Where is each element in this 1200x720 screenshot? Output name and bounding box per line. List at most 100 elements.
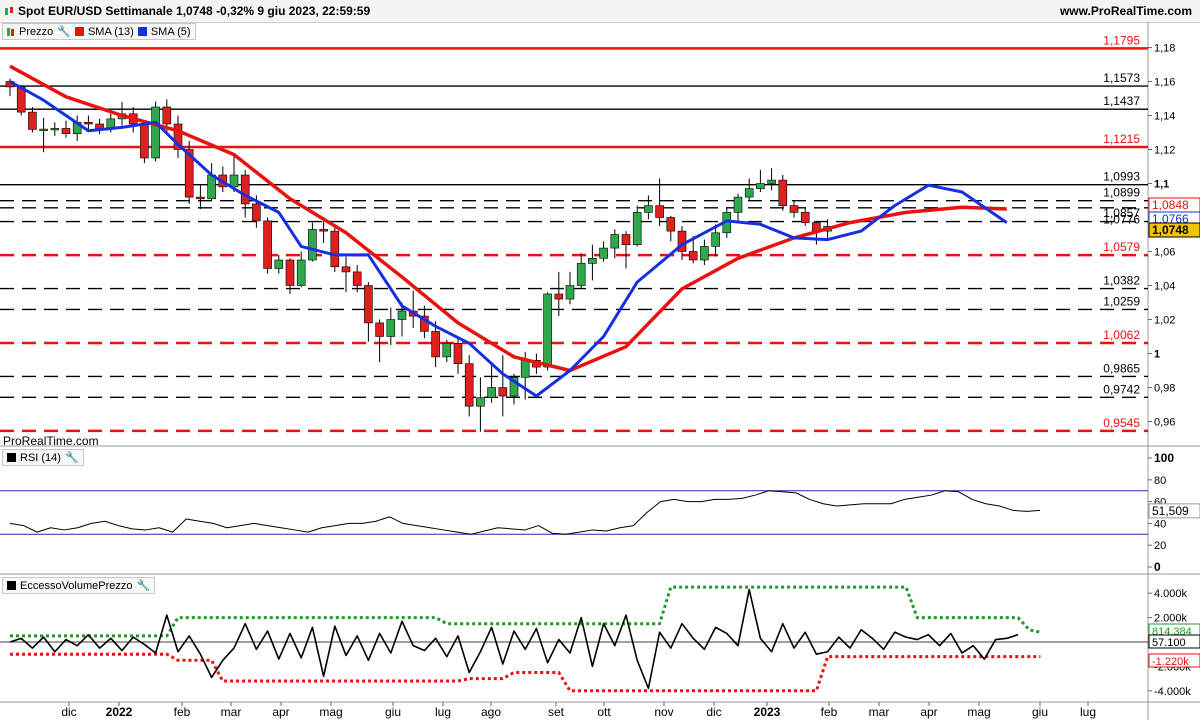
x-tick-label: feb — [821, 705, 838, 719]
price-tag — [1148, 197, 1200, 213]
candle-body — [554, 293, 564, 300]
candle-body — [229, 174, 239, 188]
candle-body — [16, 86, 26, 113]
price-tag-label: 1,0848 — [1152, 198, 1189, 212]
candle-body — [5, 81, 15, 88]
level-label: 0,9742 — [1103, 382, 1140, 396]
legend-volume: EccessoVolumePrezzo — [20, 579, 133, 592]
watermark: ProRealTime.com — [3, 434, 99, 448]
level-label: 1,1437 — [1103, 94, 1140, 108]
lower-band-line — [10, 652, 1041, 693]
sma5-swatch — [137, 27, 147, 36]
y-tick-label: 1,14 — [1154, 111, 1175, 123]
candle-body — [240, 174, 250, 205]
candle-body — [196, 196, 205, 200]
candle-body — [386, 319, 396, 337]
level-label: 1,0899 — [1103, 186, 1140, 200]
chart-header: Spot EUR/USD Settimanale 1,0748 -0,32% 9… — [0, 0, 1200, 23]
level-label: 1,1215 — [1103, 132, 1140, 146]
rsi-legend[interactable]: RSI (14) 🔧 — [2, 449, 84, 466]
candle-body — [487, 387, 496, 398]
level-label: 1,0579 — [1103, 240, 1140, 254]
candle-body — [28, 111, 37, 130]
price-tag-label: 1,0766 — [1152, 212, 1189, 226]
candle-body — [408, 310, 418, 317]
candle-body — [722, 212, 732, 234]
x-tick-label: mag — [967, 705, 990, 719]
candle-body — [666, 217, 676, 232]
candle-body — [330, 230, 340, 268]
y-tick-label: 1,08 — [1154, 213, 1175, 225]
candle-body — [711, 232, 720, 247]
y-tick-label: 1,06 — [1154, 247, 1175, 259]
candle-body — [252, 203, 261, 222]
candle-body — [117, 113, 127, 120]
candle-body — [700, 246, 709, 261]
wrench-icon[interactable]: 🔧 — [57, 25, 71, 38]
candle-body — [84, 122, 93, 125]
volume-tag — [1148, 623, 1200, 638]
wrench-icon[interactable]: 🔧 — [65, 451, 79, 464]
candle-body — [162, 106, 172, 125]
price-legend[interactable]: Prezzo 🔧 SMA (13) SMA (5) — [2, 23, 196, 40]
x-tick-label: dic — [61, 705, 76, 719]
candle-body — [352, 271, 362, 286]
candle-body — [207, 174, 216, 200]
x-tick-label: dic — [706, 705, 721, 719]
site-link[interactable]: www.ProRealTime.com — [1060, 4, 1192, 18]
volume-swatch — [7, 581, 16, 590]
candle-body — [576, 263, 586, 286]
candlestick-icon — [7, 27, 14, 36]
candle-body — [95, 123, 104, 130]
candle-body — [151, 106, 160, 159]
candle-body — [464, 363, 474, 407]
candle-body — [644, 205, 653, 213]
chart-area[interactable]: 1,18 1,16 1,14 1,12 1,1 1,08 1,06 1,04 1,02 1 0,98… — [0, 0, 1200, 720]
rsi-value-tag — [1148, 503, 1200, 519]
candle-body — [274, 259, 284, 269]
price-tag — [1148, 222, 1200, 238]
candle-body — [823, 226, 832, 232]
x-tick-label: set — [548, 705, 565, 719]
candle-body — [655, 205, 664, 218]
candle-body — [498, 387, 508, 397]
y-tick-label: 100 — [1154, 451, 1174, 465]
sma5-line — [9, 80, 1008, 398]
y-tick-label: 2.000k — [1154, 613, 1188, 625]
candle-body — [319, 229, 328, 232]
volume-tag — [1148, 634, 1200, 649]
x-tick-label: lug — [435, 705, 451, 719]
y-tick-label: 20 — [1154, 540, 1166, 552]
candle-body — [420, 315, 429, 332]
level-label: 1,0259 — [1103, 294, 1140, 308]
y-tick-label: -4.000k — [1154, 686, 1191, 698]
level-label: 1,1573 — [1103, 71, 1140, 85]
candle-body — [812, 222, 821, 232]
candle-body — [677, 230, 687, 252]
candle-body — [375, 322, 384, 337]
x-tick-label: 2023 — [754, 705, 781, 719]
volume-tag-label: 57.100 — [1152, 637, 1186, 649]
level-label: 1,0382 — [1103, 274, 1140, 288]
candle-body — [140, 123, 149, 159]
sma13-swatch — [74, 27, 84, 36]
candle-body — [364, 285, 373, 324]
candle-body — [72, 122, 82, 134]
candle-body — [767, 179, 776, 184]
y-tick-label: 4.000k — [1154, 588, 1188, 600]
candle-body — [285, 259, 295, 286]
wrench-icon[interactable]: 🔧 — [137, 579, 151, 592]
candle-body — [184, 149, 194, 198]
x-tick-label: mag — [319, 705, 342, 719]
level-label: 1,0993 — [1103, 170, 1140, 184]
volume-legend[interactable]: EccessoVolumePrezzo 🔧 — [2, 577, 156, 594]
candle-body — [308, 229, 317, 261]
y-tick-label: 1,1 — [1154, 179, 1169, 191]
y-tick-label: 1,02 — [1154, 315, 1175, 327]
x-tick-label: apr — [920, 705, 937, 719]
volume-tag-label: 814.384 — [1152, 626, 1192, 638]
volume-line — [9, 588, 1019, 690]
x-tick-label: 2022 — [106, 705, 133, 719]
candle-body — [476, 397, 485, 407]
candle-body — [296, 259, 306, 286]
